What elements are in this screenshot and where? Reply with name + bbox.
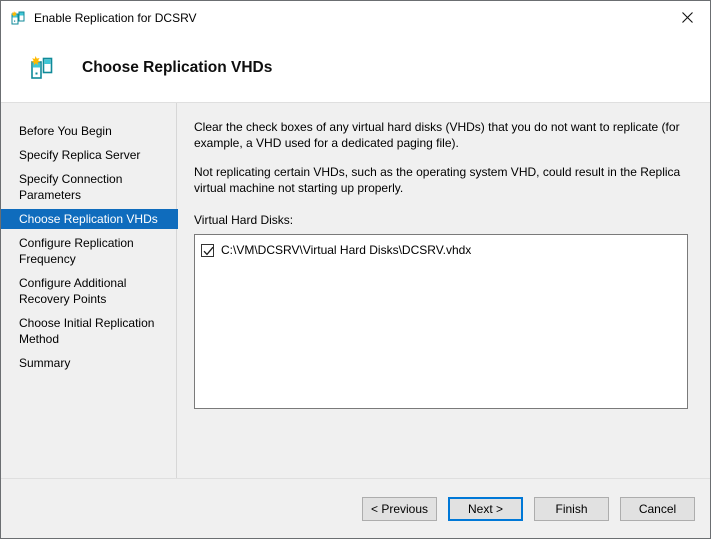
hyperv-replication-icon [10, 10, 26, 26]
wizard-window: Enable Replication for DCSRV Choose Repl… [0, 0, 711, 539]
sidebar-item-choose-replication-vhds[interactable]: Choose Replication VHDs [1, 209, 178, 229]
instruction-paragraph-2: Not replicating certain VHDs, such as th… [194, 165, 694, 196]
body-area: Before You Begin Specify Replica Server … [1, 103, 710, 478]
content-pane: Clear the check boxes of any virtual har… [177, 103, 710, 478]
instruction-paragraph-1: Clear the check boxes of any virtual har… [194, 120, 694, 151]
wizard-steps-nav: Before You Begin Specify Replica Server … [1, 103, 177, 478]
sidebar-item-configure-replication-frequency[interactable]: Configure Replication Frequency [1, 233, 176, 269]
page-title: Choose Replication VHDs [82, 59, 272, 77]
sidebar-item-specify-replica-server[interactable]: Specify Replica Server [1, 145, 176, 165]
next-button[interactable]: Next > [448, 497, 523, 521]
virtual-hard-disks-listbox[interactable]: C:\VM\DCSRV\Virtual Hard Disks\DCSRV.vhd… [194, 234, 688, 409]
button-bar: < Previous Next > Finish Cancel [1, 478, 710, 538]
hyperv-replication-icon [29, 55, 55, 81]
sidebar-item-configure-additional-recovery-points[interactable]: Configure Additional Recovery Points [1, 273, 176, 309]
vhd-checkbox[interactable] [201, 244, 214, 257]
virtual-hard-disks-label: Virtual Hard Disks: [194, 213, 694, 228]
window-title: Enable Replication for DCSRV [34, 10, 197, 26]
close-icon[interactable] [664, 1, 710, 33]
title-bar: Enable Replication for DCSRV [1, 1, 710, 34]
previous-button[interactable]: < Previous [362, 497, 437, 521]
list-item[interactable]: C:\VM\DCSRV\Virtual Hard Disks\DCSRV.vhd… [201, 241, 683, 259]
sidebar-item-choose-initial-replication-method[interactable]: Choose Initial Replication Method [1, 313, 176, 349]
sidebar-item-specify-connection-parameters[interactable]: Specify Connection Parameters [1, 169, 176, 205]
cancel-button[interactable]: Cancel [620, 497, 695, 521]
sidebar-item-summary[interactable]: Summary [1, 353, 176, 373]
page-header: Choose Replication VHDs [1, 34, 710, 103]
vhd-path-label: C:\VM\DCSRV\Virtual Hard Disks\DCSRV.vhd… [221, 243, 471, 257]
finish-button[interactable]: Finish [534, 497, 609, 521]
sidebar-item-before-you-begin[interactable]: Before You Begin [1, 121, 176, 141]
